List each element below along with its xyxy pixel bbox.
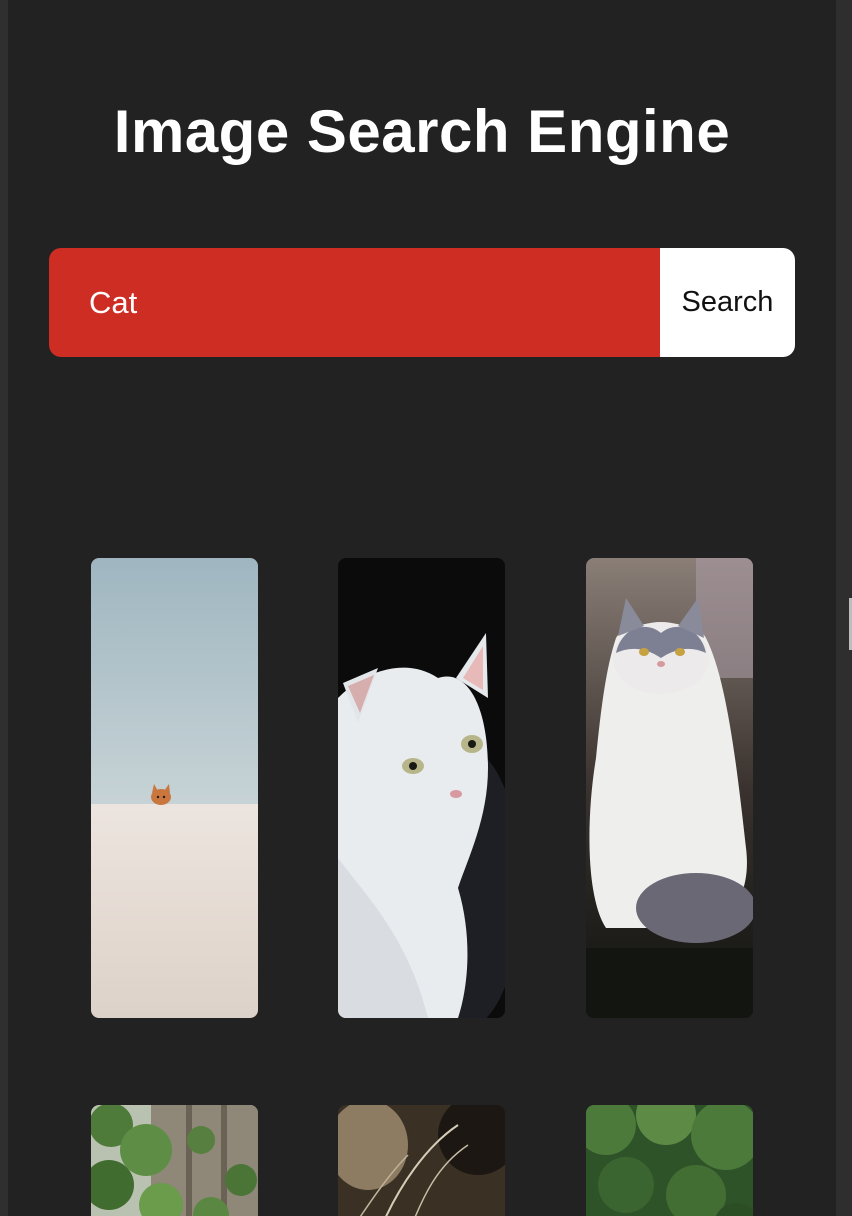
search-input[interactable] <box>49 248 660 357</box>
dark-fur-image <box>338 1105 505 1216</box>
window-edge-left <box>0 0 8 1216</box>
search-form: Search <box>49 248 795 357</box>
white-cat-image <box>338 558 505 1018</box>
page-title: Image Search Engine <box>113 98 731 165</box>
result-image[interactable] <box>338 558 505 1018</box>
plants-image <box>91 1105 258 1216</box>
page: Image Search Engine Search <box>0 0 852 1216</box>
fluffy-cat-image <box>586 558 753 1018</box>
result-image[interactable] <box>586 1105 753 1216</box>
result-image[interactable] <box>586 558 753 1018</box>
trees-image <box>586 1105 753 1216</box>
result-image[interactable] <box>91 558 258 1018</box>
search-button[interactable]: Search <box>660 248 795 357</box>
cat-on-wall-image <box>91 558 258 1018</box>
result-image[interactable] <box>91 1105 258 1216</box>
result-image[interactable] <box>338 1105 505 1216</box>
app-container: Image Search Engine Search <box>8 0 836 1216</box>
